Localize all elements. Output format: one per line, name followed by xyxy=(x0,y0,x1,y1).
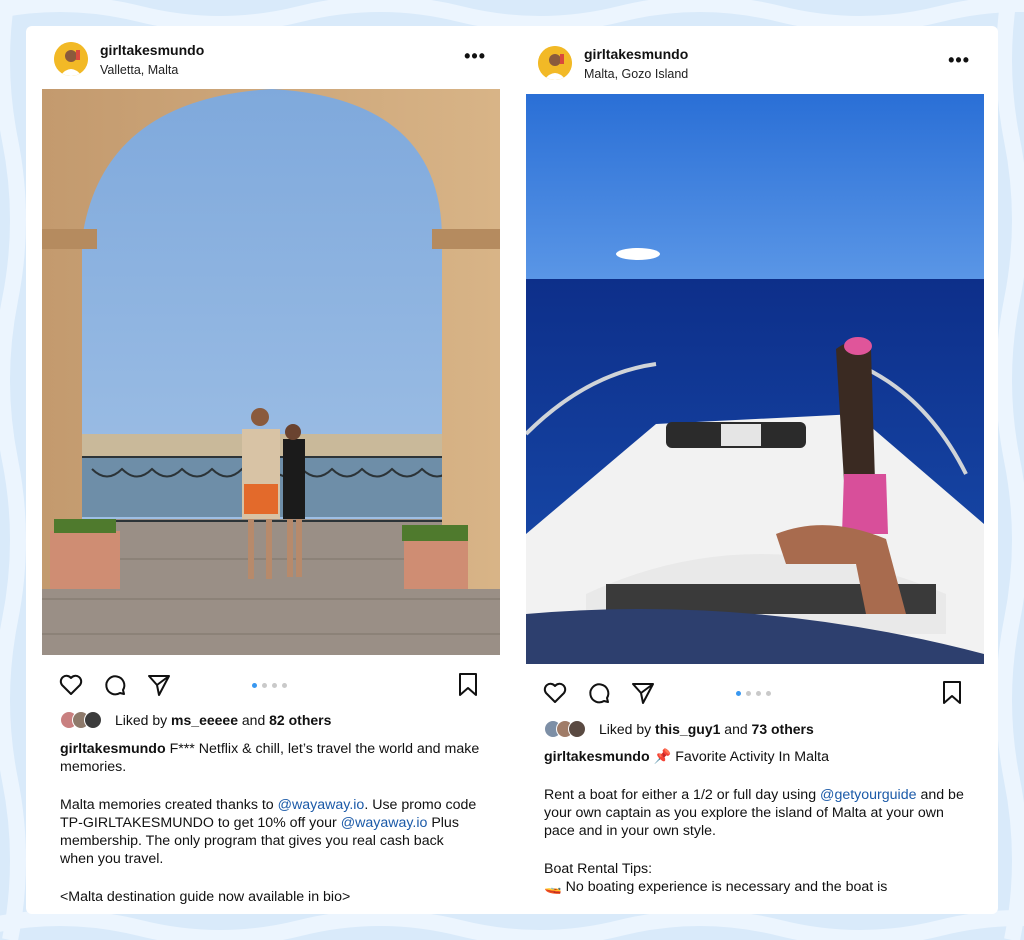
carousel-dot xyxy=(272,683,277,688)
carousel-dot xyxy=(746,691,751,696)
boat-icon: 🚤 xyxy=(544,879,562,895)
photo-valletta-arch xyxy=(42,89,500,655)
likes-count[interactable]: Liked by ms_eeeee and 82 others xyxy=(115,712,331,728)
post-header: girltakesmundo Valletta, Malta ••• xyxy=(42,36,500,96)
location[interactable]: Malta, Gozo Island xyxy=(584,67,688,81)
username[interactable]: girltakesmundo xyxy=(100,42,204,58)
comment-icon[interactable] xyxy=(102,672,128,698)
carousel-dot xyxy=(766,691,771,696)
likes-row: Liked by ms_eeeee and 82 others xyxy=(60,710,490,732)
caption-guide-note: <Malta destination guide now available i… xyxy=(60,889,351,905)
heart-icon[interactable] xyxy=(58,672,84,698)
comment-icon[interactable] xyxy=(586,680,612,706)
carousel-dot-active xyxy=(736,691,741,696)
post-header: girltakesmundo Malta, Gozo Island ••• xyxy=(526,40,984,100)
more-icon[interactable]: ••• xyxy=(948,50,970,71)
tip-text: No boating experience is necessary and t… xyxy=(561,879,888,895)
avatar[interactable] xyxy=(538,46,572,80)
mention-link[interactable]: @wayaway.io xyxy=(278,797,365,813)
caption: girltakesmundo 📌 Favorite Activity In Ma… xyxy=(544,749,964,895)
bookmark-icon[interactable] xyxy=(456,672,480,698)
post-photo[interactable] xyxy=(526,94,984,664)
avatar-image xyxy=(538,46,572,80)
liker-avatar xyxy=(84,711,102,729)
carousel-dot xyxy=(282,683,287,688)
liker-username[interactable]: ms_eeeee xyxy=(171,712,238,728)
action-bar xyxy=(42,668,500,702)
mention-link[interactable]: @wayaway.io xyxy=(341,815,428,831)
post-photo[interactable] xyxy=(42,89,500,655)
share-icon[interactable] xyxy=(630,680,656,706)
caption-username[interactable]: girltakesmundo xyxy=(60,741,166,757)
heart-icon[interactable] xyxy=(542,680,568,706)
avatar-image xyxy=(54,42,88,76)
location[interactable]: Valletta, Malta xyxy=(100,63,178,77)
caption-username[interactable]: girltakesmundo xyxy=(544,749,650,765)
likes-row: Liked by this_guy1 and 73 others xyxy=(544,719,974,741)
carousel-dot xyxy=(756,691,761,696)
pin-icon: 📌 xyxy=(653,749,672,765)
likes-others[interactable]: 73 others xyxy=(752,721,814,737)
mention-link[interactable]: @getyourguide xyxy=(820,787,916,803)
liker-avatar xyxy=(568,720,586,738)
more-icon[interactable]: ••• xyxy=(464,46,486,67)
action-bar xyxy=(526,676,984,710)
carousel-indicator xyxy=(252,683,292,689)
likes-others[interactable]: 82 others xyxy=(269,712,331,728)
liker-username[interactable]: this_guy1 xyxy=(655,721,720,737)
likes-count[interactable]: Liked by this_guy1 and 73 others xyxy=(599,721,814,737)
photo-boat xyxy=(526,94,984,664)
carousel-indicator xyxy=(736,691,776,697)
username[interactable]: girltakesmundo xyxy=(584,46,688,62)
carousel-dot-active xyxy=(252,683,257,688)
tips-title: Boat Rental Tips: xyxy=(544,861,653,877)
avatar[interactable] xyxy=(54,42,88,76)
carousel-dot xyxy=(262,683,267,688)
bookmark-icon[interactable] xyxy=(940,680,964,706)
caption-line1: Favorite Activity In Malta xyxy=(671,749,829,765)
posts-frame: girltakesmundo Valletta, Malta ••• Liked… xyxy=(26,26,998,914)
share-icon[interactable] xyxy=(146,672,172,698)
caption: girltakesmundo F*** Netflix & chill, let… xyxy=(60,741,480,905)
